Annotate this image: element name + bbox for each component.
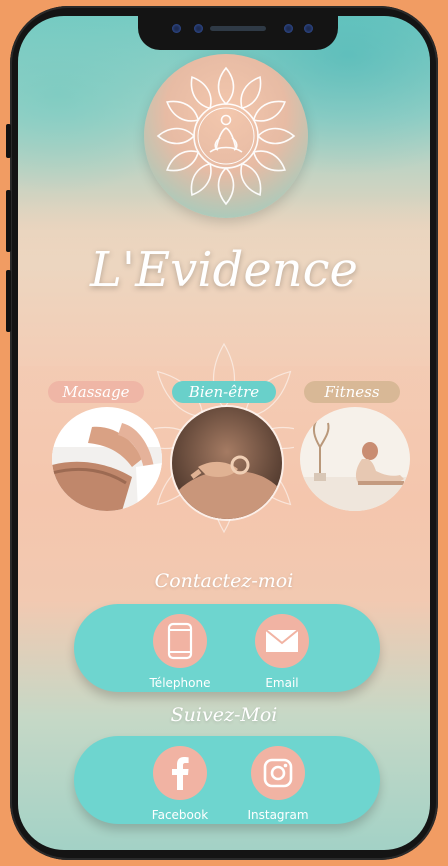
lotus-mandala-icon [156, 66, 296, 206]
sensor-icon [284, 24, 293, 33]
service-fitness-label: Fitness [304, 381, 400, 403]
phone-button-label: Télephone [149, 676, 211, 690]
logo [144, 54, 308, 218]
social-section-title: Suivez-Moi [170, 704, 278, 726]
email-button-label: Email [265, 676, 299, 690]
envelope-icon [265, 629, 299, 652]
phone-button-circle [153, 614, 207, 668]
instagram-button-label: Instagram [247, 808, 309, 822]
phone-volume-up [6, 190, 11, 252]
email-button-circle [255, 614, 309, 668]
phone-side-button [6, 124, 11, 158]
brand-title: L'Evidence [90, 242, 358, 298]
contact-bar: Télephone Email [74, 604, 380, 692]
phone-notch [138, 16, 338, 50]
camera-icon [172, 24, 181, 33]
contact-section-title: Contactez-moi [154, 570, 294, 592]
fitness-photo [300, 407, 410, 511]
service-massage-label: Massage [48, 381, 144, 403]
facebook-button-label: Facebook [151, 808, 209, 822]
instagram-button[interactable]: Instagram [228, 746, 328, 822]
massage-photo [52, 407, 162, 511]
phone-button[interactable]: Télephone [130, 614, 230, 690]
instagram-button-circle [251, 746, 305, 800]
facebook-button[interactable]: Facebook [130, 746, 230, 822]
earpiece-speaker [210, 26, 266, 31]
facebook-button-circle [153, 746, 207, 800]
service-bien-etre[interactable]: Bien-être [168, 381, 284, 519]
camera-icon [304, 24, 313, 33]
app-screen: L'Evidence Massage Bien-être Fitness Con… [18, 16, 430, 850]
phone-volume-down [6, 270, 11, 332]
email-button[interactable]: Email [232, 614, 332, 690]
service-fitness[interactable]: Fitness [296, 381, 412, 511]
social-bar: Facebook Instagram [74, 736, 380, 824]
sensor-icon [194, 24, 203, 33]
smartphone-icon [167, 622, 193, 660]
service-massage[interactable]: Massage [48, 381, 164, 511]
facebook-icon [172, 757, 189, 790]
instagram-icon [263, 758, 293, 788]
meditation-photo [172, 407, 282, 519]
service-bien-etre-label: Bien-être [172, 381, 276, 403]
